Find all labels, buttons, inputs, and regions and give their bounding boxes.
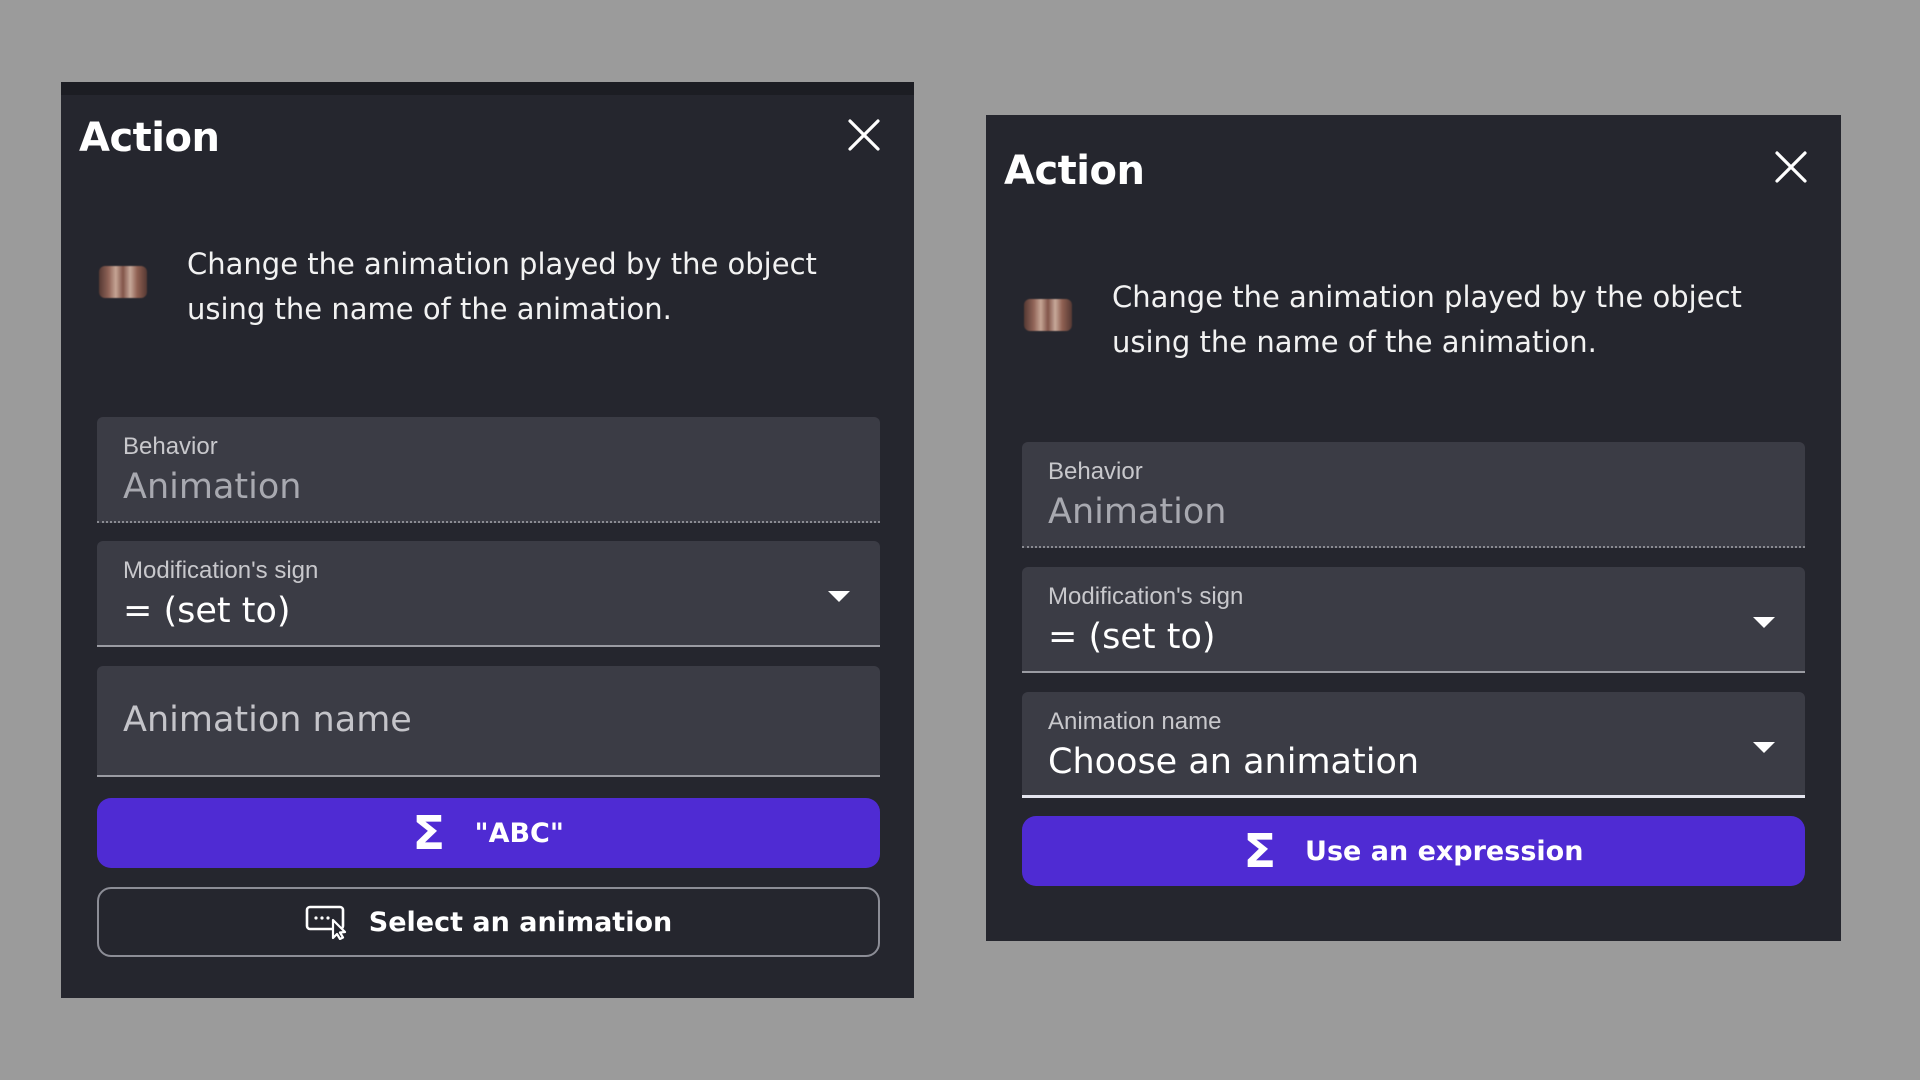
description-text: Change the animation played by the objec…	[187, 247, 817, 326]
action-dialog-right: Action Change the animation played by th…	[986, 115, 1841, 941]
modification-sign-select[interactable]: Modification's sign = (set to)	[1022, 567, 1805, 673]
select-animation-label: Select an animation	[368, 906, 673, 938]
behavior-field: Behavior Animation	[1022, 442, 1805, 548]
behavior-label: Behavior	[1048, 458, 1143, 485]
modification-sign-label: Modification's sign	[123, 557, 319, 584]
select-animation-button[interactable]: Select an animation	[97, 887, 880, 957]
behavior-field: Behavior Animation	[97, 417, 880, 523]
behavior-value: Animation	[123, 467, 302, 507]
expression-toggle-label: "ABC"	[474, 817, 564, 849]
animation-name-select[interactable]: Animation name Choose an animation	[1022, 692, 1805, 798]
animation-object-icon	[1024, 299, 1072, 331]
use-expression-label: Use an expression	[1305, 835, 1584, 867]
use-expression-button[interactable]: Σ Use an expression	[1022, 816, 1805, 886]
modification-sign-select[interactable]: Modification's sign = (set to)	[97, 541, 880, 647]
dialog-title: Action	[1004, 148, 1145, 194]
behavior-label: Behavior	[123, 433, 218, 460]
animation-name-label: Animation name	[1048, 708, 1222, 735]
animation-name-value: Choose an animation	[1048, 742, 1420, 782]
animation-name-input[interactable]: Animation name	[97, 666, 880, 777]
animation-name-placeholder: Animation name	[123, 700, 412, 740]
sigma-icon: Σ	[412, 806, 446, 860]
sigma-icon: Σ	[1242, 824, 1276, 878]
cursor-select-icon	[305, 905, 346, 940]
modification-sign-value: = (set to)	[123, 591, 291, 631]
modification-sign-label: Modification's sign	[1048, 583, 1244, 610]
chevron-down-icon[interactable]	[828, 591, 850, 602]
close-icon[interactable]	[844, 115, 884, 155]
animation-object-icon	[99, 266, 147, 298]
description-text: Change the animation played by the objec…	[1112, 280, 1742, 359]
expression-toggle-button[interactable]: Σ "ABC"	[97, 798, 880, 868]
behavior-value: Animation	[1048, 492, 1227, 532]
modification-sign-value: = (set to)	[1048, 617, 1216, 657]
dialog-title: Action	[79, 115, 220, 161]
chevron-down-icon[interactable]	[1753, 617, 1775, 628]
close-icon[interactable]	[1771, 147, 1811, 187]
action-dialog-left: Action Change the animation played by th…	[61, 82, 914, 998]
chevron-down-icon[interactable]	[1753, 742, 1775, 753]
